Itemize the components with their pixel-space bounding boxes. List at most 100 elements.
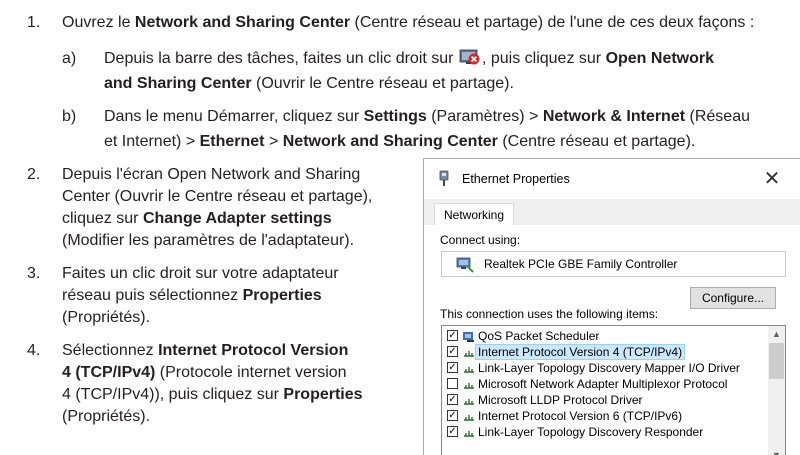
protocol-icon	[463, 395, 475, 406]
step-3-text: Faites un clic droit sur votre adaptateu…	[62, 263, 412, 329]
list-item[interactable]: ✓ QoS Packet Scheduler	[442, 328, 762, 344]
substep-a-text-2: , puis cliquez sur	[481, 50, 606, 67]
item-checkbox[interactable]: ✓	[447, 330, 458, 341]
step-1-bold: Network and Sharing Center	[134, 14, 351, 31]
list-item[interactable]: ✓ Link-Layer Topology Discovery Mapper I…	[442, 360, 762, 376]
substep-letter: b)	[62, 108, 77, 125]
items-list[interactable]: ✓ QoS Packet Scheduler ✓ Internet Protoc…	[441, 325, 786, 455]
list-item[interactable]: ✓ Microsoft LLDP Protocol Driver	[442, 392, 762, 408]
substep-b-bold-4: Network and Sharing Center	[282, 133, 498, 150]
networking-panel: Connect using: Realtek PCIe GBE Family C…	[424, 225, 800, 455]
step-3-line: Faites un clic droit sur votre adaptateu…	[62, 265, 339, 282]
protocol-icon	[463, 363, 475, 374]
step-1-text: Ouvrez le Network and Sharing Center (Ce…	[62, 12, 792, 34]
configure-button[interactable]: Configure...	[690, 287, 776, 309]
substep-b-bold-1: Settings	[363, 108, 427, 125]
step-4-bold: Internet Protocol Version	[158, 342, 349, 359]
step-4-text-part: 4 (TCP/IPv4)), puis cliquez sur	[62, 386, 279, 403]
substep-b-text-4: et Internet) >	[104, 133, 200, 150]
item-checkbox[interactable]: ✓	[447, 346, 458, 357]
step-3-line: (Propriétés).	[62, 309, 151, 326]
step-1-text-b: (Centre réseau et partage) de l'une de c…	[350, 14, 755, 31]
item-checkbox[interactable]: ✓	[447, 394, 458, 405]
substep-b-text-2: (Paramètres) >	[426, 108, 543, 125]
substep-b-bold-3: Ethernet	[199, 133, 265, 150]
ethernet-icon	[436, 169, 452, 189]
substep-letter: a)	[62, 50, 77, 67]
scroll-down-icon[interactable]: ▼	[768, 447, 785, 455]
substep-b-bold-2: Network & Internet	[542, 108, 686, 125]
item-label: Microsoft LLDP Protocol Driver	[478, 393, 643, 407]
step-4-line: 4 (TCP/IPv4) (Protocole internet version	[62, 362, 412, 384]
qos-icon	[463, 331, 475, 342]
item-checkbox[interactable]: ✓	[447, 362, 458, 373]
adapter-name: Realtek PCIe GBE Family Controller	[484, 257, 678, 271]
connect-using-label: Connect using:	[440, 233, 521, 247]
list-item[interactable]: ✓ Link-Layer Topology Discovery Responde…	[442, 424, 762, 440]
item-label: QoS Packet Scheduler	[478, 329, 600, 343]
step-4-text-part: Sélectionnez	[62, 342, 154, 359]
protocol-icon	[463, 347, 475, 358]
scroll-up-icon[interactable]: ▲	[768, 326, 785, 343]
protocol-icon	[463, 427, 475, 438]
step-3-line: réseau puis sélectionnez Properties	[62, 285, 412, 307]
tab-networking[interactable]: Networking	[434, 203, 515, 226]
substep-a-bold-2: and Sharing Center	[104, 75, 252, 92]
list-item[interactable]: Microsoft Network Adapter Multiplexor Pr…	[442, 376, 762, 392]
substep-b-line-2: et Internet) > Ethernet > Network and Sh…	[104, 131, 794, 153]
step-4-line: (Propriétés).	[62, 408, 151, 425]
list-scrollbar[interactable]: ▲ ▼	[768, 326, 785, 455]
step-4-bold: Properties	[283, 386, 363, 403]
item-checkbox[interactable]: ✓	[447, 410, 458, 421]
protocol-icon	[463, 411, 475, 422]
dialog-titlebar[interactable]: Ethernet Properties ✕	[424, 159, 800, 199]
substep-a-text-3: (Ouvrir le Centre réseau et partage).	[251, 75, 514, 92]
substep-a-line-1: Depuis la barre des tâches, faites un cl…	[104, 48, 794, 70]
item-label: Link-Layer Topology Discovery Responder	[478, 425, 704, 439]
step-2-text-part: cliquez sur	[62, 210, 139, 227]
item-label: Internet Protocol Version 4 (TCP/IPv4)	[475, 344, 686, 360]
step-4-line: Sélectionnez Internet Protocol Version	[62, 340, 412, 362]
substep-a-text-1: Depuis la barre des tâches, faites un cl…	[104, 50, 458, 67]
network-adapter-icon	[456, 257, 474, 273]
step-4-line: 4 (TCP/IPv4)), puis cliquez sur Properti…	[62, 384, 412, 406]
step-2-line: Center (Ouvrir le Centre réseau et parta…	[62, 188, 373, 205]
list-item[interactable]: ✓ Internet Protocol Version 6 (TCP/IPv6)	[442, 408, 762, 424]
step-number: 3.	[27, 265, 41, 282]
substep-b-text-3: (Réseau	[685, 108, 750, 125]
step-4-bold: 4 (TCP/IPv4)	[62, 364, 156, 381]
document-page: 1. Ouvrez le Network and Sharing Center …	[0, 0, 800, 455]
item-checkbox[interactable]: ✓	[447, 426, 458, 437]
ethernet-properties-dialog: Ethernet Properties ✕ Networking Connect…	[423, 158, 800, 455]
list-item[interactable]: ✓ Internet Protocol Version 4 (TCP/IPv4)	[442, 344, 762, 360]
adapter-field: Realtek PCIe GBE Family Controller	[441, 251, 786, 277]
substep-a-line-2: and Sharing Center (Ouvrir le Centre rés…	[104, 73, 794, 95]
substep-b-text-1: Dans le menu Démarrer, cliquez sur	[104, 108, 364, 125]
step-number: 2.	[27, 166, 41, 183]
tab-strip: Networking	[424, 199, 800, 226]
step-2-line: Depuis l'écran Open Network and Sharing	[62, 166, 361, 183]
step-2-line: cliquez sur Change Adapter settings	[62, 208, 412, 230]
items-label: This connection uses the following items…	[440, 307, 659, 321]
step-3-text-part: réseau puis sélectionnez	[62, 287, 239, 304]
step-3-bold: Properties	[242, 287, 322, 304]
step-number: 1.	[27, 14, 41, 31]
item-label: Link-Layer Topology Discovery Mapper I/O…	[478, 361, 740, 375]
step-2-bold: Change Adapter settings	[142, 210, 332, 227]
dialog-title: Ethernet Properties	[462, 172, 570, 186]
step-number: 4.	[27, 342, 41, 359]
substep-b-text-5: >	[264, 133, 283, 150]
step-4-text-part: (Protocole internet version	[155, 364, 347, 381]
step-2-line: (Modifier les paramètres de l'adaptateur…	[62, 232, 355, 249]
step-1-text-a: Ouvrez le	[62, 14, 135, 31]
substep-b-line-1: Dans le menu Démarrer, cliquez sur Setti…	[104, 106, 800, 128]
step-2-text: Depuis l'écran Open Network and Sharing …	[62, 164, 412, 252]
item-label: Microsoft Network Adapter Multiplexor Pr…	[478, 377, 728, 391]
step-4-text: Sélectionnez Internet Protocol Version 4…	[62, 340, 412, 428]
item-label: Internet Protocol Version 6 (TCP/IPv6)	[478, 409, 683, 423]
network-warning-icon	[459, 48, 481, 66]
protocol-icon	[463, 379, 475, 390]
item-checkbox[interactable]	[447, 378, 458, 389]
close-icon[interactable]: ✕	[760, 167, 784, 191]
scroll-thumb[interactable]	[769, 343, 784, 379]
